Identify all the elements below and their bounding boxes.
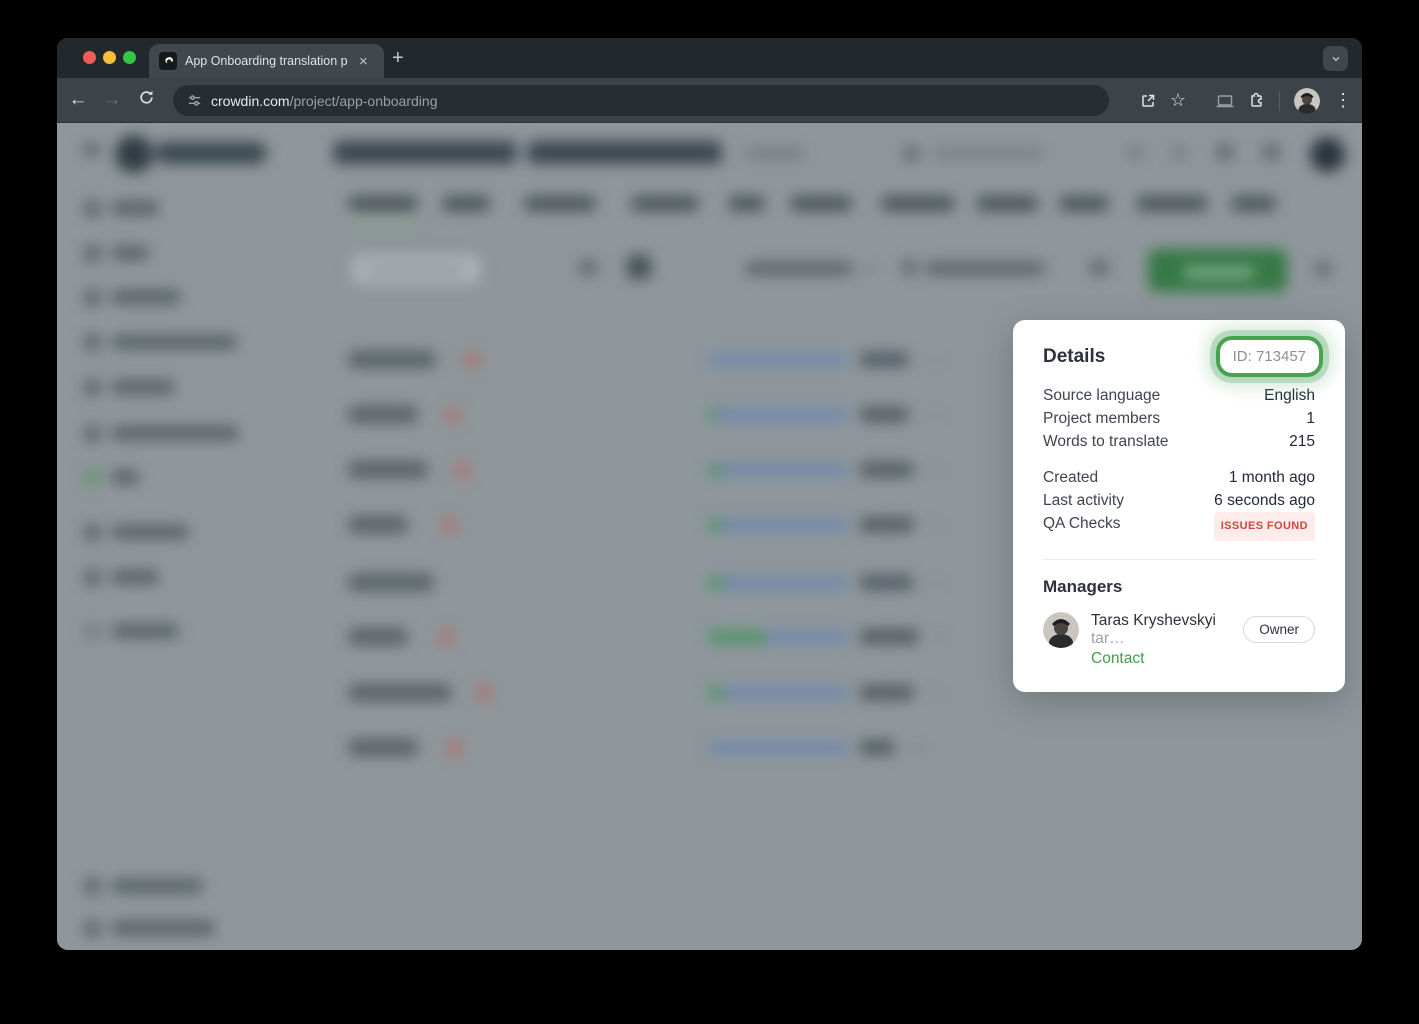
sidebar-divider (310, 123, 311, 950)
crowdin-page: Details ID: 713457 Source language Engli… (57, 123, 1362, 950)
manager-row: Taras Kryshevskyi tar… Contact Owner (1043, 612, 1315, 668)
browser-tab[interactable]: App Onboarding translation p × (149, 44, 384, 78)
qa-issues-badge[interactable]: ISSUES FOUND (1214, 512, 1315, 541)
stat-row: Source language English (1043, 384, 1315, 407)
tab-conversations[interactable] (631, 196, 699, 211)
site-settings-icon[interactable] (187, 93, 202, 108)
language-search-placeholder (365, 266, 465, 274)
tab-translations[interactable] (524, 196, 596, 211)
tab-search-chevron-button[interactable] (1323, 46, 1348, 71)
url-path: /project/app-onboarding (290, 93, 438, 109)
url-text: crowdin.com/project/app-onboarding (211, 93, 437, 109)
project-id-badge-highlight: ID: 713457 (1216, 336, 1323, 377)
search-icon[interactable] (903, 145, 920, 162)
tab-strip: App Onboarding translation p × + (57, 38, 1362, 78)
for-languages-dropdown[interactable] (745, 262, 853, 275)
tab-reports[interactable] (790, 196, 852, 211)
tab-title: App Onboarding translation p (185, 54, 353, 68)
project-id-text (745, 147, 805, 160)
project-id-badge: ID: 713457 (1216, 336, 1323, 377)
url-domain: crowdin.com (211, 93, 290, 109)
header-icon[interactable] (1171, 145, 1186, 160)
sort-icon[interactable] (579, 260, 597, 275)
tab-members[interactable] (1136, 196, 1208, 211)
help-icon[interactable] (1263, 144, 1279, 160)
zoom-window-button[interactable] (123, 51, 136, 64)
browser-profile-avatar[interactable] (1294, 88, 1320, 114)
forward-icon[interactable]: → (95, 89, 129, 111)
stat-row: Last activity 6 seconds ago (1043, 489, 1315, 512)
search-placeholder (933, 148, 1043, 159)
url-bar[interactable]: crowdin.com/project/app-onboarding (173, 85, 1109, 116)
browser-window: App Onboarding translation p × + ← → cro… (57, 38, 1362, 950)
close-tab-icon[interactable]: × (359, 53, 368, 70)
stat-row: Created 1 month ago (1043, 466, 1315, 489)
breadcrumb-project-name (527, 141, 722, 164)
tab-tasks[interactable] (728, 196, 765, 211)
browser-toolbar: ← → crowdin.com/project/app-onboarding ☆ (57, 78, 1362, 123)
filter-dropdown[interactable] (925, 262, 1045, 275)
breadcrumb-project-owner[interactable] (333, 141, 517, 164)
manager-avatar[interactable] (1043, 612, 1079, 648)
overflow-icon[interactable] (1315, 262, 1331, 276)
details-panel: Details ID: 713457 Source language Engli… (1013, 320, 1345, 692)
contact-link[interactable]: Contact (1091, 650, 1243, 668)
crowdin-logo-icon (115, 135, 153, 173)
new-tab-button[interactable]: + (392, 46, 404, 70)
active-tab-underline (348, 219, 418, 224)
media-router-icon[interactable] (1216, 94, 1234, 108)
qa-checks-row: QA Checks ISSUES FOUND (1043, 512, 1315, 541)
view-toggle-button[interactable] (627, 255, 651, 279)
tab-item[interactable] (976, 196, 1038, 211)
panel-divider (1043, 559, 1315, 560)
crowdin-logo-text (155, 142, 267, 164)
manager-name[interactable]: Taras Kryshevskyi tar… (1091, 612, 1243, 648)
share-icon[interactable] (1140, 93, 1156, 109)
manager-handle: tar… (1091, 630, 1125, 647)
filter-icon[interactable] (902, 260, 917, 275)
tab-dashboard[interactable] (348, 196, 418, 211)
tab-settings[interactable] (1059, 196, 1109, 211)
close-window-button[interactable] (83, 51, 96, 64)
sidebar-collapse-icon[interactable] (83, 143, 100, 156)
chevron-down-icon (863, 265, 873, 273)
bookmark-star-icon[interactable]: ☆ (1170, 90, 1186, 111)
settings-sliders-icon[interactable] (1090, 260, 1108, 275)
refresh-icon[interactable] (129, 89, 163, 112)
user-avatar[interactable] (1310, 137, 1345, 172)
stat-row: Project members 1 (1043, 407, 1315, 430)
back-icon[interactable]: ← (61, 89, 95, 111)
stat-row: Words to translate 215 (1043, 430, 1315, 453)
notifications-bell-icon[interactable] (1217, 144, 1233, 160)
minimize-window-button[interactable] (103, 51, 116, 64)
toolbar-divider (1279, 91, 1280, 111)
header-icon[interactable] (1127, 145, 1142, 160)
extensions-puzzle-icon[interactable] (1248, 92, 1265, 109)
primary-action-label (1184, 268, 1254, 277)
owner-badge: Owner (1243, 616, 1315, 643)
tab-more[interactable] (1231, 196, 1276, 211)
tab-integrations[interactable] (881, 196, 955, 211)
crowdin-favicon-icon (159, 52, 177, 70)
browser-menu-icon[interactable]: ⋮ (1334, 90, 1352, 111)
tab-sources[interactable] (442, 196, 490, 211)
managers-title: Managers (1043, 577, 1315, 597)
